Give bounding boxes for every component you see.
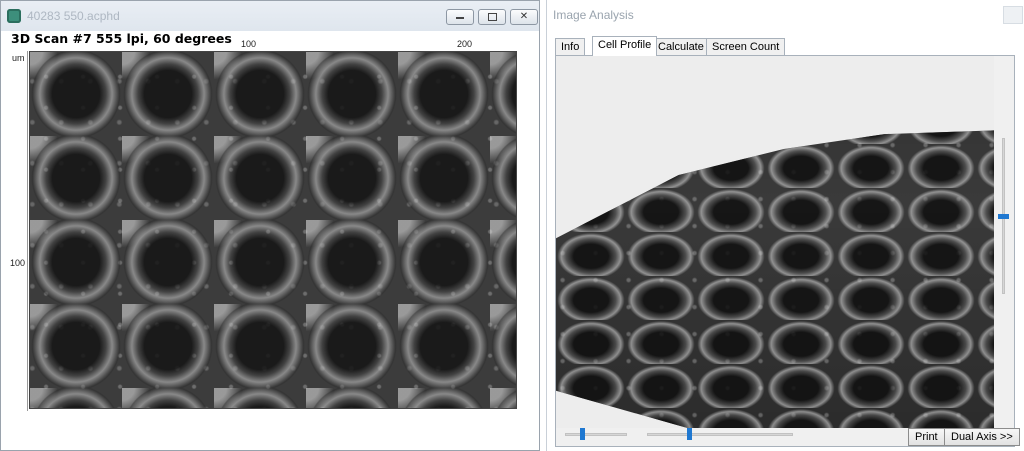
- vertical-slider-thumb[interactable]: [998, 214, 1009, 219]
- cell-profile-panel: [555, 55, 1015, 447]
- print-button[interactable]: Print: [908, 428, 945, 446]
- horizontal-slider-1-track[interactable]: [565, 433, 627, 436]
- left-ruler-tick: 100: [10, 258, 26, 268]
- scan-image[interactable]: [29, 51, 517, 409]
- tab-calculate[interactable]: Calculate: [652, 38, 710, 56]
- dual-axis-button[interactable]: Dual Axis >>: [944, 428, 1020, 446]
- top-ruler-tick: 100: [241, 39, 257, 49]
- close-icon: ✕: [519, 11, 529, 22]
- horizontal-slider-2-thumb[interactable]: [687, 428, 693, 440]
- close-button[interactable]: ✕: [510, 9, 538, 25]
- close-button[interactable]: [1003, 6, 1023, 24]
- minimize-icon: [456, 17, 464, 19]
- scan-window-title: 40283 550.acphd: [27, 9, 120, 23]
- 3d-surface-render: [556, 130, 994, 428]
- minimize-button[interactable]: [446, 9, 474, 25]
- tab-info[interactable]: Info: [555, 38, 586, 56]
- scan-title: 3D Scan #7 555 lpi, 60 degrees: [11, 31, 232, 46]
- maximize-button[interactable]: [478, 9, 506, 25]
- app-icon: [7, 9, 21, 23]
- image-analysis-window: Image Analysis Info Cell Profile Calcula…: [546, 0, 1024, 451]
- tab-screen-count[interactable]: Screen Count: [706, 38, 786, 56]
- tab-cell-profile[interactable]: Cell Profile: [592, 36, 658, 56]
- 3d-view[interactable]: [556, 56, 994, 428]
- scan-window-titlebar[interactable]: 40283 550.acphd ✕: [1, 1, 539, 31]
- maximize-icon: [487, 13, 497, 21]
- ruler-unit: um: [12, 53, 25, 63]
- image-analysis-title: Image Analysis: [553, 8, 634, 22]
- top-ruler-tick: 200: [457, 39, 473, 49]
- horizontal-slider-2-track[interactable]: [647, 433, 793, 436]
- left-ruler: [27, 51, 28, 411]
- horizontal-slider-1-thumb[interactable]: [579, 428, 585, 440]
- scan-window: 40283 550.acphd ✕ 3D Scan #7 555 lpi, 60…: [0, 0, 540, 451]
